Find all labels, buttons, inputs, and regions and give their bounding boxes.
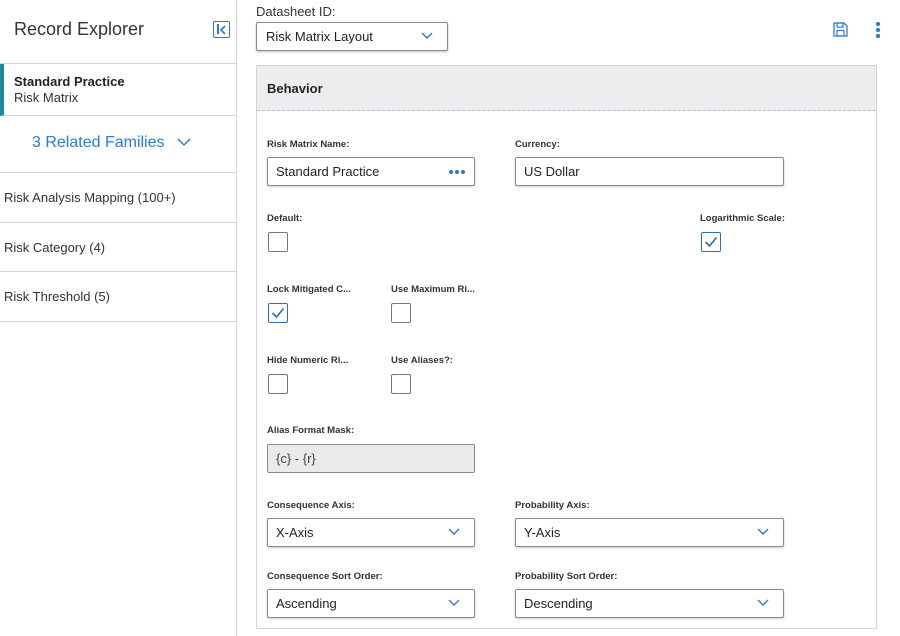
probability-sort-value: Descending (524, 596, 593, 611)
hide-numeric-label: Hide Numeric Ri... (267, 355, 349, 366)
use-maximum-checkbox[interactable] (391, 303, 411, 323)
panel-title: Behavior (267, 81, 323, 96)
datasheet-label: Datasheet ID: (256, 4, 336, 19)
risk-matrix-name-value: Standard Practice (276, 164, 380, 179)
probability-sort-label: Probability Sort Order: (515, 571, 618, 582)
sidebar-item-label: Risk Analysis Mapping (100+) (4, 190, 176, 205)
sidebar-item-label: Risk Category (4) (4, 239, 106, 255)
probability-axis-label: Probability Axis: (515, 500, 590, 511)
lock-mitigated-checkbox[interactable] (268, 303, 288, 323)
chevron-down-icon (421, 32, 433, 39)
ellipsis-icon[interactable] (449, 170, 465, 174)
toolbar: Datasheet ID: Risk Matrix Layout (237, 0, 900, 64)
default-label: Default: (267, 213, 303, 224)
more-vertical-icon[interactable] (875, 22, 881, 38)
collapse-panel-icon[interactable] (213, 21, 230, 38)
consequence-sort-value: Ascending (276, 596, 337, 611)
alias-format-mask-input: {c} - {r} (267, 444, 475, 473)
risk-matrix-name-label: Risk Matrix Name: (267, 139, 350, 150)
datasheet-select[interactable]: Risk Matrix Layout (256, 22, 448, 51)
current-record-item[interactable]: Standard Practice Risk Matrix (0, 64, 236, 116)
chevron-down-icon (757, 528, 769, 535)
behavior-panel: Behavior Risk Matrix Name: Standard Prac… (256, 65, 877, 629)
related-families-label: 3 Related Families (32, 134, 165, 151)
hide-numeric-checkbox[interactable] (268, 374, 288, 394)
panel-header: Behavior (257, 66, 876, 111)
consequence-axis-value: X-Axis (276, 525, 314, 540)
logarithmic-scale-checkbox[interactable] (701, 232, 721, 252)
currency-value: US Dollar (524, 164, 580, 179)
currency-input[interactable]: US Dollar (515, 157, 784, 186)
probability-axis-value: Y-Axis (524, 525, 561, 540)
record-subtitle: Risk Matrix (14, 90, 79, 105)
sidebar-title: Record Explorer (14, 19, 145, 39)
chevron-down-icon (177, 138, 191, 147)
sidebar-header: Record Explorer (0, 0, 236, 64)
alias-format-mask-value: {c} - {r} (276, 451, 316, 466)
use-aliases-label: Use Aliases?: (391, 355, 453, 366)
alias-format-mask-label: Alias Format Mask: (267, 425, 355, 436)
use-aliases-checkbox[interactable] (391, 374, 411, 394)
consequence-axis-label: Consequence Axis: (267, 500, 355, 511)
probability-sort-select[interactable]: Descending (515, 589, 784, 618)
sidebar-item-risk-analysis-mapping[interactable]: Risk Analysis Mapping (100+) (0, 173, 236, 223)
lock-mitigated-label: Lock Mitigated C... (267, 284, 351, 295)
risk-matrix-name-input[interactable]: Standard Practice (267, 157, 475, 186)
sidebar-item-risk-threshold[interactable]: Risk Threshold (5) (0, 272, 236, 322)
related-families-toggle[interactable]: 3 Related Families (0, 116, 236, 173)
chevron-down-icon (448, 528, 460, 535)
record-explorer-sidebar: Record Explorer Standard Practice Risk M… (0, 0, 237, 636)
checkmark-icon (271, 307, 285, 319)
consequence-sort-select[interactable]: Ascending (267, 589, 475, 618)
logarithmic-scale-label: Logarithmic Scale: (700, 213, 785, 224)
chevron-down-icon (757, 599, 769, 606)
consequence-axis-select[interactable]: X-Axis (267, 518, 475, 547)
datasheet-value: Risk Matrix Layout (266, 29, 373, 44)
use-maximum-label: Use Maximum Ri... (391, 284, 475, 295)
probability-axis-select[interactable]: Y-Axis (515, 518, 784, 547)
record-title: Standard Practice (14, 74, 125, 89)
sidebar-item-label: Risk Threshold (5) (4, 289, 110, 304)
checkmark-icon (704, 236, 718, 248)
save-icon[interactable] (833, 22, 848, 37)
chevron-down-icon (448, 599, 460, 606)
default-checkbox[interactable] (268, 232, 288, 252)
sidebar-item-risk-category[interactable]: Risk Category (4) (0, 223, 236, 272)
currency-label: Currency: (515, 139, 560, 150)
consequence-sort-label: Consequence Sort Order: (267, 571, 383, 582)
